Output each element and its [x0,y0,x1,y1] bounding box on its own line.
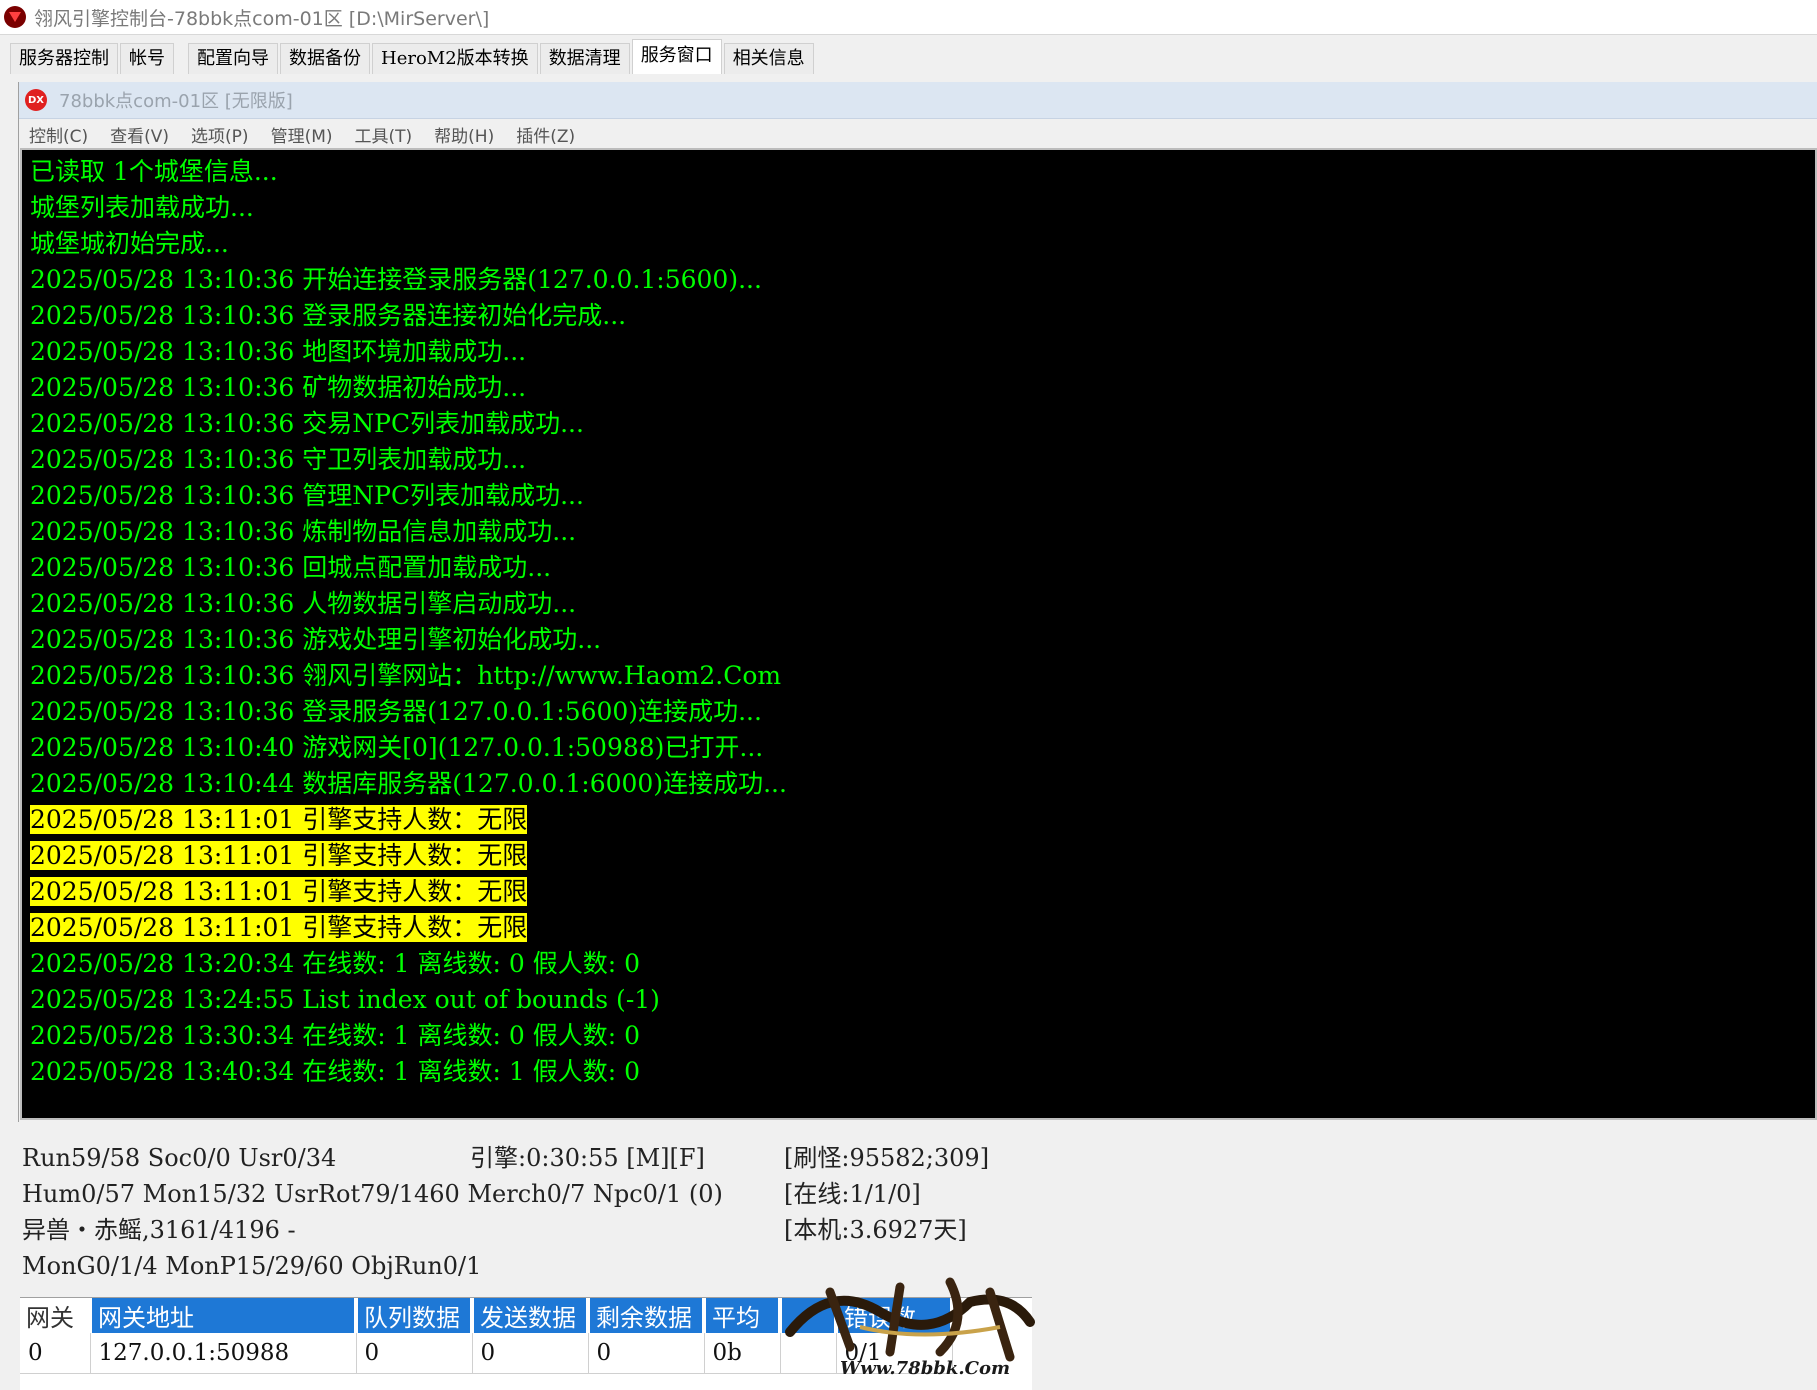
menu-manage[interactable]: 管理(M) [271,122,333,147]
log-line: 2025/05/28 13:10:44 数据库服务器(127.0.0.1:600… [30,769,787,798]
log-line: 城堡列表加载成功... [30,193,254,222]
log-line: 已读取 1个城堡信息... [30,157,278,186]
menu-tools[interactable]: 工具(T) [355,122,413,147]
window-title: 翎风引擎控制台-78bbk点com-01区 [D:\MirServer\] [34,7,490,30]
status-engine-uptime: 引擎:0:30:55 [M][F] [470,1144,705,1172]
cell-gateway: 0 [20,1333,91,1374]
menu-plugins[interactable]: 插件(Z) [516,122,575,147]
log-line: 2025/05/28 13:10:36 守卫列表加载成功... [30,445,527,474]
log-line: 2025/05/28 13:10:36 回城点配置加载成功... [30,553,552,582]
status-hum: Hum0/57 Mon15/32 UsrRot79/1460 Merch0/7 … [22,1180,723,1208]
dx-app-icon: DX [25,89,47,111]
col-gateway[interactable]: 网关 [20,1298,92,1333]
menu-control[interactable]: 控制(C) [29,122,88,147]
col-queue-data[interactable]: 队列数据 [356,1298,474,1333]
main-tab-bar: 服务器控制 帐号 配置向导 数据备份 HeroM2版本转换 数据清理 服务窗口 … [0,36,1817,74]
status-panel: Run59/58 Soc0/0 Usr0/34 引擎:0:30:55 [M][F… [22,1140,1422,1290]
cell-average: 0b [704,1333,781,1374]
log-line-highlighted: 2025/05/28 13:11:01 引擎支持人数：无限 [30,838,1815,874]
app-logo-icon [4,6,26,28]
highlight-text: 2025/05/28 13:11:01 引擎支持人数：无限 [30,877,528,906]
log-line: 2025/05/28 13:10:36 人物数据引擎启动成功... [30,589,577,618]
tab-server-control[interactable]: 服务器控制 [10,43,118,74]
col-send-data[interactable]: 发送数据 [472,1298,590,1333]
watermark-url: Www.78bbk.Com [840,1358,1010,1379]
log-line: 2025/05/28 13:10:36 矿物数据初始成功... [30,373,527,402]
child-window-title: 78bbk点com-01区 [无限版] [59,91,293,112]
log-line: 2025/05/28 13:10:36 游戏处理引擎初始化成功... [30,625,602,654]
status-mong: MonG0/1/4 MonP15/29/60 ObjRun0/1 [22,1252,482,1280]
menu-view[interactable]: 查看(V) [110,122,169,147]
log-line-highlighted: 2025/05/28 13:11:01 引擎支持人数：无限 [30,910,1815,946]
window-titlebar: 翎风引擎控制台-78bbk点com-01区 [D:\MirServer\] [0,0,1817,35]
log-line: 2025/05/28 13:10:36 登录服务器(127.0.0.1:5600… [30,697,762,726]
cell-send-data: 0 [472,1333,589,1374]
log-line: 2025/05/28 13:30:34 在线数: 1 离线数: 0 假人数: 0 [30,1021,640,1050]
log-line-highlighted: 2025/05/28 13:11:01 引擎支持人数：无限 [30,802,1815,838]
status-beast: 异兽・赤鳐,3161/4196 - [22,1216,296,1244]
log-console[interactable]: 已读取 1个城堡信息... 城堡列表加载成功... 城堡城初始完成... 202… [20,148,1817,1120]
menu-help[interactable]: 帮助(H) [434,122,494,147]
status-online: [在线:1/1/0] [784,1180,921,1208]
tab-service-window[interactable]: 服务窗口 [631,39,722,74]
watermark-logo: Www.78bbk.Com [770,1272,1050,1382]
log-line: 2025/05/28 13:10:36 地图环境加载成功... [30,337,527,366]
col-average[interactable]: 平均 [704,1298,782,1333]
status-refresh-monsters: [刷怪:95582;309] [784,1144,990,1172]
status-run: Run59/58 Soc0/0 Usr0/34 [22,1144,337,1172]
tab-account[interactable]: 帐号 [120,43,174,74]
cell-gateway-address: 127.0.0.1:50988 [90,1333,357,1374]
log-line-highlighted: 2025/05/28 13:11:01 引擎支持人数：无限 [30,874,1815,910]
log-line: 2025/05/28 13:40:34 在线数: 1 离线数: 1 假人数: 0 [30,1057,640,1086]
child-window-titlebar: DX 78bbk点com-01区 [无限版] [19,82,1817,119]
log-line: 城堡城初始完成... [30,229,229,258]
col-gateway-address[interactable]: 网关地址 [90,1298,358,1333]
highlight-text: 2025/05/28 13:11:01 引擎支持人数：无限 [30,913,528,942]
status-local-uptime: [本机:3.6927天] [784,1216,967,1244]
menu-options[interactable]: 选项(P) [191,122,249,147]
log-line: 2025/05/28 13:10:36 交易NPC列表加载成功... [30,409,584,438]
cell-remaining-data: 0 [588,1333,705,1374]
log-line: 2025/05/28 13:10:36 管理NPC列表加载成功... [30,481,584,510]
tab-data-cleanup[interactable]: 数据清理 [539,43,630,74]
log-line: 2025/05/28 13:10:36 开始连接登录服务器(127.0.0.1:… [30,265,762,294]
log-line: 2025/05/28 13:20:34 在线数: 1 离线数: 0 假人数: 0 [30,949,640,978]
log-line: 2025/05/28 13:10:36 登录服务器连接初始化完成... [30,301,627,330]
tab-config-wizard[interactable]: 配置向导 [188,43,278,74]
col-remaining-data[interactable]: 剩余数据 [588,1298,706,1333]
highlight-text: 2025/05/28 13:11:01 引擎支持人数：无限 [30,805,528,834]
highlight-text: 2025/05/28 13:11:01 引擎支持人数：无限 [30,841,528,870]
log-line: 2025/05/28 13:10:36 翎风引擎网站：http://www.Ha… [30,661,782,690]
tab-data-backup[interactable]: 数据备份 [280,43,370,74]
child-menubar: 控制(C) 查看(V) 选项(P) 管理(M) 工具(T) 帮助(H) 插件(Z… [19,119,1817,149]
tab-related-info[interactable]: 相关信息 [723,43,814,74]
log-line: 2025/05/28 13:24:55 List index out of bo… [30,985,660,1014]
log-line: 2025/05/28 13:10:40 游戏网关[0](127.0.0.1:50… [30,733,764,762]
cell-queue-data: 0 [356,1333,473,1374]
tab-herom2-convert[interactable]: HeroM2版本转换 [372,43,538,74]
log-line: 2025/05/28 13:10:36 炼制物品信息加载成功... [30,517,577,546]
watermark-brush-icon [785,1277,1035,1362]
